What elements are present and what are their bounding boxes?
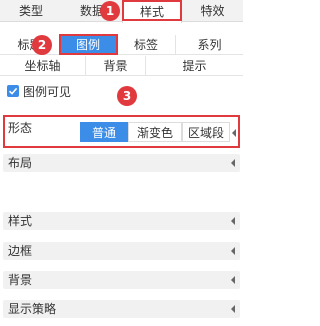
section-background[interactable]: 背景 <box>3 271 240 289</box>
sub-tab-axis[interactable]: 坐标轴 <box>0 56 86 76</box>
sub-tab-row-2: 坐标轴 背景 提示 <box>0 56 243 76</box>
step-badge-1: 1 <box>100 1 120 21</box>
form-option-normal[interactable]: 普通 <box>80 122 128 142</box>
section-display-strategy[interactable]: 显示策略 <box>3 300 240 318</box>
section-display-strategy-label: 显示策略 <box>8 302 57 316</box>
form-option-segment[interactable]: 区域段 <box>182 122 230 142</box>
tab-type[interactable]: 类型 <box>0 0 62 22</box>
highlight-box-legend-tab <box>59 34 118 55</box>
legend-visible-checkbox[interactable]: 图例可见 <box>7 83 71 99</box>
step-badge-3: 3 <box>117 86 137 106</box>
legend-visible-label: 图例可见 <box>23 84 72 99</box>
form-option-gradient[interactable]: 渐变色 <box>128 122 182 142</box>
form-label: 形态 <box>8 121 33 135</box>
sub-tab-background[interactable]: 背景 <box>86 56 146 76</box>
tab-effects[interactable]: 特效 <box>182 0 243 22</box>
collapse-arrow-icon[interactable] <box>232 129 236 137</box>
sub-tab-series[interactable]: 系列 <box>176 35 243 55</box>
highlight-box-style-tab <box>122 0 182 21</box>
section-layout-label: 布局 <box>8 156 33 170</box>
section-layout[interactable]: 布局 <box>3 154 240 172</box>
section-style-label: 样式 <box>8 214 33 228</box>
expand-arrow-icon <box>231 305 235 313</box>
sub-tab-tooltip[interactable]: 提示 <box>146 56 243 76</box>
section-border[interactable]: 边框 <box>3 242 240 260</box>
expand-arrow-icon <box>231 217 235 225</box>
expand-arrow-icon <box>231 247 235 255</box>
section-border-label: 边框 <box>8 244 33 258</box>
checkbox-checked-icon[interactable] <box>7 85 19 97</box>
step-badge-2: 2 <box>32 35 52 55</box>
section-style[interactable]: 样式 <box>3 212 240 230</box>
expand-arrow-icon <box>231 159 235 167</box>
sub-tab-label[interactable]: 标签 <box>117 35 176 55</box>
section-background-label: 背景 <box>8 273 33 287</box>
expand-arrow-icon <box>231 276 235 284</box>
